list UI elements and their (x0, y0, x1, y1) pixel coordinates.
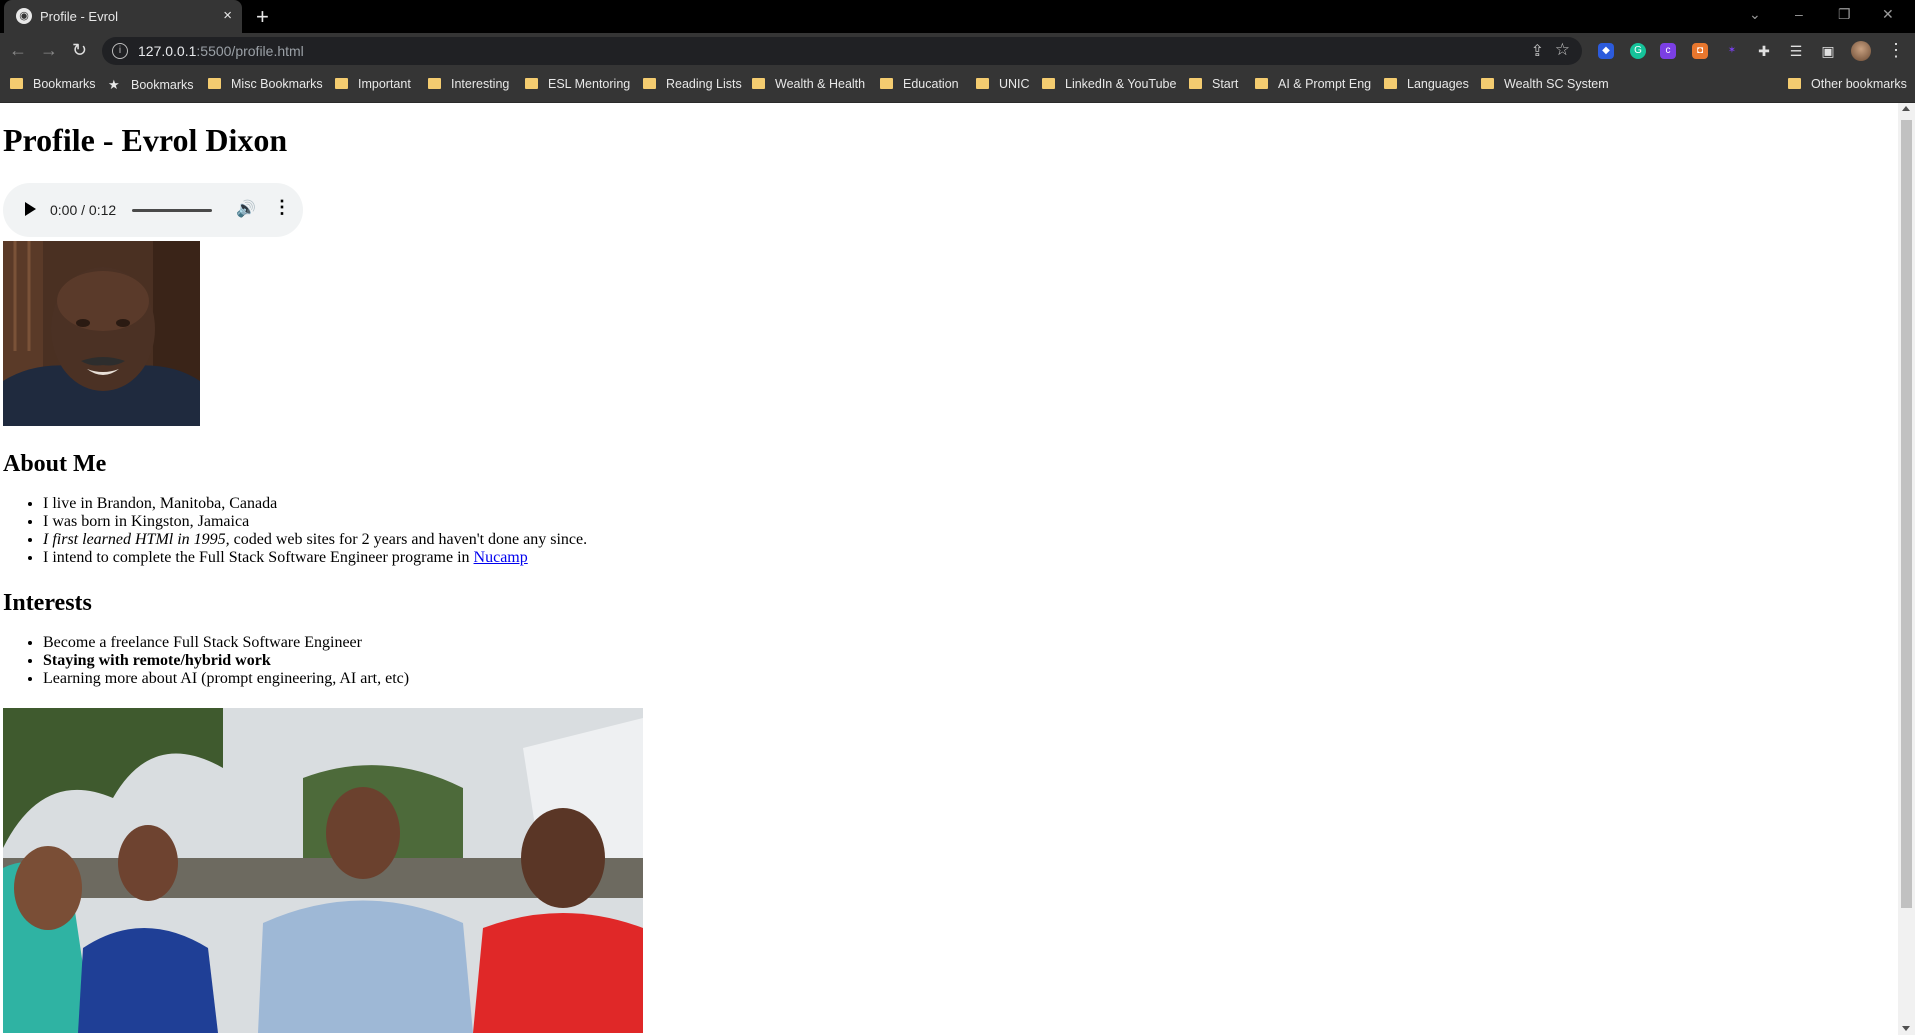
folder-icon (752, 78, 765, 89)
close-window-button[interactable]: ✕ (1882, 6, 1894, 23)
folder-icon (428, 78, 441, 89)
tab-search-icon[interactable]: ⌄ (1749, 6, 1761, 23)
audio-player[interactable]: 0:00 / 0:12 🔊 ⋮ (3, 183, 303, 237)
forward-button[interactable]: → (40, 40, 58, 60)
bookmark-folder[interactable]: Important (335, 77, 411, 95)
family-photo (3, 708, 643, 1033)
volume-icon[interactable]: 🔊 (236, 199, 256, 219)
list-item: I intend to complete the Full Stack Soft… (43, 549, 587, 567)
url-host: 127.0.0.1 (138, 43, 197, 59)
url-path: :5500/profile.html (196, 43, 304, 59)
folder-icon (10, 78, 23, 89)
page-content: Profile - Evrol Dixon 0:00 / 0:12 🔊 ⋮ Ab… (0, 103, 1898, 1035)
list-item: I live in Brandon, Manitoba, Canada (43, 495, 587, 513)
bookmark-folder[interactable]: Interesting (428, 77, 509, 95)
extension-icon[interactable]: c (1660, 43, 1676, 59)
back-button[interactable]: ← (9, 40, 27, 60)
profile-photo (3, 241, 200, 426)
bookmark-star-icon[interactable]: ☆ (1555, 40, 1570, 60)
bookmark-folder[interactable]: Bookmarks (10, 77, 96, 95)
tab-strip: ◉ Profile - Evrol × + ⌄ – ❐ ✕ (0, 0, 1915, 33)
interests-heading: Interests (3, 590, 92, 616)
list-item-text: I intend to complete the Full Stack Soft… (43, 549, 474, 566)
bookmark-folder[interactable]: UNIC (976, 77, 1030, 95)
scroll-up-arrow-icon[interactable] (1902, 106, 1910, 111)
folder-icon (1481, 78, 1494, 89)
bitwarden-extension-icon[interactable]: ◆ (1598, 43, 1614, 59)
folder-icon (208, 78, 221, 89)
folder-icon (335, 78, 348, 89)
italic-text: I first learned HTMl in 1995, (43, 531, 230, 548)
family-image (3, 708, 643, 1033)
share-icon[interactable]: ⇪ (1531, 41, 1544, 61)
nucamp-link[interactable]: Nucamp (474, 549, 528, 566)
list-item: Learning more about AI (prompt engineeri… (43, 670, 409, 688)
folder-icon (1189, 78, 1202, 89)
extension-icon[interactable]: ◘ (1692, 43, 1708, 59)
bookmark-folder[interactable]: Wealth SC System (1481, 77, 1609, 95)
bookmark-folder[interactable]: Wealth & Health (752, 77, 865, 95)
url-text[interactable]: 127.0.0.1:5500/profile.html (138, 43, 304, 59)
scrollbar-thumb[interactable] (1901, 120, 1912, 908)
bookmark-folder[interactable]: Start (1189, 77, 1238, 95)
profile-avatar[interactable] (1851, 41, 1871, 61)
globe-icon: ◉ (16, 8, 32, 24)
list-item: Become a freelance Full Stack Software E… (43, 634, 409, 652)
new-tab-button[interactable]: + (256, 4, 269, 30)
grammarly-extension-icon[interactable]: G (1630, 43, 1646, 59)
folder-icon (525, 78, 538, 89)
folder-icon (1255, 78, 1268, 89)
reload-button[interactable]: ↻ (72, 40, 87, 60)
portrait-image (3, 241, 200, 426)
about-list: I live in Brandon, Manitoba, Canada I wa… (0, 495, 587, 567)
bookmark-folder[interactable]: ESL Mentoring (525, 77, 630, 95)
site-info-icon[interactable]: i (112, 43, 128, 59)
list-item: I was born in Kingston, Jamaica (43, 513, 587, 531)
bookmark-folder[interactable]: Languages (1384, 77, 1469, 95)
side-panel-icon[interactable]: ▣ (1820, 43, 1836, 59)
folder-icon (1788, 78, 1801, 89)
audio-time: 0:00 / 0:12 (50, 202, 117, 218)
bookmark-item[interactable]: ★ Bookmarks (108, 77, 194, 95)
about-heading: About Me (3, 451, 107, 477)
bookmark-folder[interactable]: AI & Prompt Eng (1255, 77, 1371, 95)
bookmark-folder[interactable]: LinkedIn & YouTube (1042, 77, 1176, 95)
restore-button[interactable]: ❐ (1838, 6, 1851, 23)
folder-icon (1384, 78, 1397, 89)
browser-toolbar: ← → ↻ i 127.0.0.1:5500/profile.html ⇪ ☆ … (0, 33, 1915, 69)
folder-icon (1042, 78, 1055, 89)
tab-title: Profile - Evrol (40, 9, 119, 24)
extensions-puzzle-icon[interactable]: ✚ (1756, 43, 1772, 59)
folder-icon (643, 78, 656, 89)
menu-kebab-icon[interactable]: ⋮ (1887, 40, 1905, 60)
bookmark-folder[interactable]: Reading Lists (643, 77, 742, 95)
extension-icon[interactable]: ✶ (1724, 43, 1740, 59)
folder-icon (880, 78, 893, 89)
bold-text: Staying with remote/hybrid work (43, 652, 271, 669)
list-item: I first learned HTMl in 1995, coded web … (43, 531, 587, 549)
scroll-down-arrow-icon[interactable] (1902, 1026, 1910, 1031)
address-bar[interactable]: i 127.0.0.1:5500/profile.html ⇪ ☆ (102, 37, 1582, 65)
interests-list: Become a freelance Full Stack Software E… (0, 634, 409, 688)
list-item: Staying with remote/hybrid work (43, 652, 409, 670)
vertical-scrollbar[interactable] (1898, 103, 1915, 1035)
tab-close-icon[interactable]: × (223, 7, 232, 24)
reading-list-icon[interactable]: ☰ (1788, 43, 1804, 59)
folder-icon (976, 78, 989, 89)
bookmark-folder[interactable]: Misc Bookmarks (208, 77, 323, 95)
bookmarks-bar: Bookmarks ★ Bookmarks Misc Bookmarks Impo… (0, 69, 1915, 103)
bookmark-folder[interactable]: Education (880, 77, 959, 95)
play-icon[interactable] (25, 202, 36, 216)
list-item-text: coded web sites for 2 years and haven't … (229, 531, 588, 548)
star-icon: ★ (108, 77, 120, 92)
page-title: Profile - Evrol Dixon (3, 122, 288, 158)
other-bookmarks-folder[interactable]: Other bookmarks (1788, 77, 1907, 95)
audio-progress-slider[interactable] (132, 209, 212, 212)
more-options-icon[interactable]: ⋮ (273, 197, 291, 218)
tab-active[interactable]: ◉ Profile - Evrol × (4, 0, 242, 33)
minimize-button[interactable]: – (1795, 6, 1803, 22)
